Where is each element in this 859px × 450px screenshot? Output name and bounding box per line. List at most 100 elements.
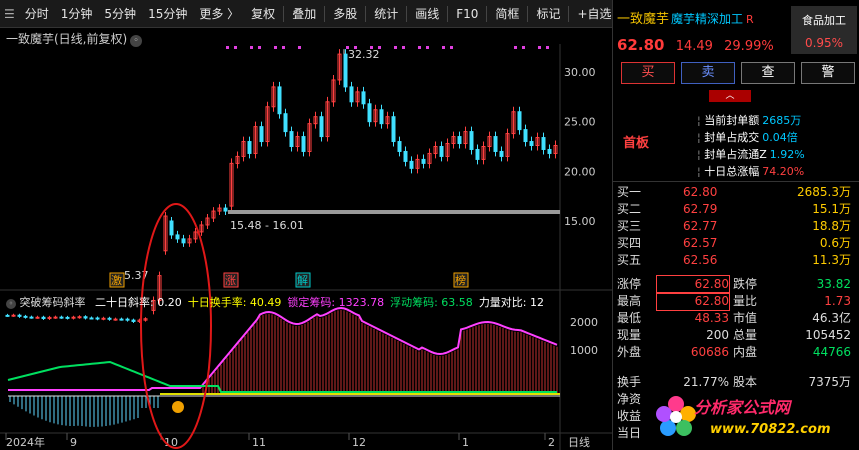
alert-button[interactable]: 警 xyxy=(801,62,855,84)
candle-body xyxy=(547,148,552,154)
btn-stats[interactable]: 统计 xyxy=(368,0,404,28)
candle-body xyxy=(499,150,504,157)
signal-dot xyxy=(226,46,229,49)
sell-button[interactable]: 卖 xyxy=(681,62,735,84)
signal-dot xyxy=(546,46,549,49)
flower-logo-icon xyxy=(656,396,696,436)
y-tick-label: 30.00 xyxy=(564,66,596,79)
candle-body xyxy=(409,160,414,169)
candle-body xyxy=(343,53,348,88)
tab-5min[interactable]: 5分钟 xyxy=(98,0,142,28)
signal-dot xyxy=(450,46,453,49)
toolbar-divider xyxy=(568,5,570,22)
chart-canvas[interactable]: 30.0025.0020.0015.00200010002024年 9 10 11 12… xyxy=(0,28,612,450)
candle-body xyxy=(107,317,112,320)
btn-mark[interactable]: 标记 xyxy=(530,0,566,28)
indicator-legend: ◦ 突破筹码斜率 二十日斜率: 0.20 十日换手率: 40.49 锁定筹码: 13… xyxy=(6,294,544,310)
quote-panel: 一致魔芋 魔芋精深加工 R 食品加工 0.95% 62.80 14.49 29.99… xyxy=(612,0,859,450)
candle-body xyxy=(301,136,306,152)
candle-body xyxy=(181,238,186,244)
btn-overlay[interactable]: 叠加 xyxy=(286,0,322,28)
sector-name: 食品加工 xyxy=(802,14,846,27)
order-book-row[interactable]: 买四 62.57 0.6万 xyxy=(613,235,859,252)
candle-body xyxy=(379,109,384,125)
candle-body xyxy=(421,158,426,164)
sector-pct: 0.95% xyxy=(804,36,844,50)
kline-chart[interactable]: 30.00 25.00 20.00 15.00 2000 1000 2024年 9 10 11 12… xyxy=(0,28,612,450)
btn-add-watch[interactable]: +自选 xyxy=(571,0,617,28)
tab-15min[interactable]: 15分钟 xyxy=(142,0,193,28)
btn-multi[interactable]: 多股 xyxy=(327,0,363,28)
btn-f10[interactable]: F10 xyxy=(450,0,484,28)
btn-simple[interactable]: 简框 xyxy=(489,0,525,28)
query-button[interactable]: 查 xyxy=(741,62,795,84)
indicator-settings-icon[interactable]: ◦ xyxy=(6,299,16,309)
candle-body xyxy=(517,111,522,131)
x-tick-label: 9 xyxy=(70,436,77,449)
btn-adjust[interactable]: 复权 xyxy=(245,0,281,28)
candle-body xyxy=(397,141,402,152)
candle-body xyxy=(391,116,396,143)
toolbar-divider xyxy=(365,5,367,22)
candle-body xyxy=(367,103,372,123)
candle-body xyxy=(77,316,82,319)
signal-dot xyxy=(394,46,397,49)
limit-row: ¦ 当前封单额 2685万 xyxy=(697,114,802,127)
event-tag-label: 解 xyxy=(297,273,308,287)
order-book-row[interactable]: 买五 62.56 11.3万 xyxy=(613,252,859,269)
x-tick-label: 12 xyxy=(352,436,366,449)
sector-box[interactable]: 食品加工 0.95% xyxy=(791,6,857,54)
indicator-name[interactable]: 突破筹码斜率 xyxy=(20,296,86,309)
indicator-item: 力量对比: 12 xyxy=(478,296,545,309)
candle-body xyxy=(89,317,94,320)
order-book-row[interactable]: 买二 62.79 15.1万 xyxy=(613,201,859,218)
candle-body xyxy=(169,220,174,236)
margin-badge: R xyxy=(746,13,754,26)
logo-title: 分析家公式网 xyxy=(694,398,791,417)
indicator-item: 二十日斜率: 0.20 xyxy=(95,296,182,309)
settings-dot-icon[interactable]: ◦ xyxy=(130,35,143,47)
y-tick-label: 25.00 xyxy=(564,116,596,129)
candle-body xyxy=(223,207,228,212)
candle-body xyxy=(5,314,10,317)
toolbar-divider xyxy=(406,5,408,22)
signal-dot xyxy=(514,46,517,49)
order-book-row[interactable]: 买一 62.80 2685.3万 xyxy=(613,184,859,201)
candle-body xyxy=(53,316,58,319)
candle-body xyxy=(529,141,534,147)
last-price: 62.80 xyxy=(617,36,665,54)
candle-body xyxy=(289,131,294,148)
order-book-row[interactable]: 买三 62.77 18.8万 xyxy=(613,218,859,235)
collapse-toggle-icon[interactable]: ︿ xyxy=(709,90,751,102)
signal-dot xyxy=(282,46,285,49)
price-pct: 29.99% xyxy=(724,39,774,54)
indicator-item: 十日换手率: 40.49 xyxy=(187,296,282,309)
tab-1min[interactable]: 1分钟 xyxy=(55,0,99,28)
candle-body xyxy=(523,129,528,143)
range-label: 15.48 - 16.01 xyxy=(230,219,304,232)
site-logo: 分析家公式网 www.70822.com xyxy=(654,388,859,450)
toolbar-buttons: 复权叠加多股统计画线F10简框标记+自选返回 xyxy=(245,0,658,28)
tab-intraday[interactable]: 分时 xyxy=(19,0,55,28)
candle-body xyxy=(541,137,546,150)
signal-dot xyxy=(258,46,261,49)
signal-dot xyxy=(234,46,237,49)
quote-stats: 涨停 62.80 跌停 33.82 最高 62.80 量比 1.73 最低 48.33 市值 46.3… xyxy=(613,275,859,361)
signal-dot xyxy=(538,46,541,49)
y-tick-label: 15.00 xyxy=(564,215,596,228)
buy-button[interactable]: 买 xyxy=(621,62,675,84)
candle-body xyxy=(403,150,408,162)
x-tick-label: 2 xyxy=(548,436,555,449)
candle-body xyxy=(175,234,180,240)
candle-body xyxy=(23,315,28,318)
tab-more[interactable]: 更多 〉 xyxy=(193,0,245,28)
stock-concept[interactable]: 魔芋精深加工 xyxy=(671,12,743,26)
candle-body xyxy=(319,116,324,138)
stat-row: 外盘 60686 内盘 44766 xyxy=(617,345,851,359)
toolbar-divider xyxy=(447,5,449,22)
indicator-tick-label: 1000 xyxy=(570,344,598,357)
menu-icon[interactable]: ☰ xyxy=(0,0,19,28)
btn-draw[interactable]: 画线 xyxy=(409,0,445,28)
stat-row: 最高 62.80 量比 1.73 xyxy=(617,292,851,311)
candle-body xyxy=(493,136,498,152)
